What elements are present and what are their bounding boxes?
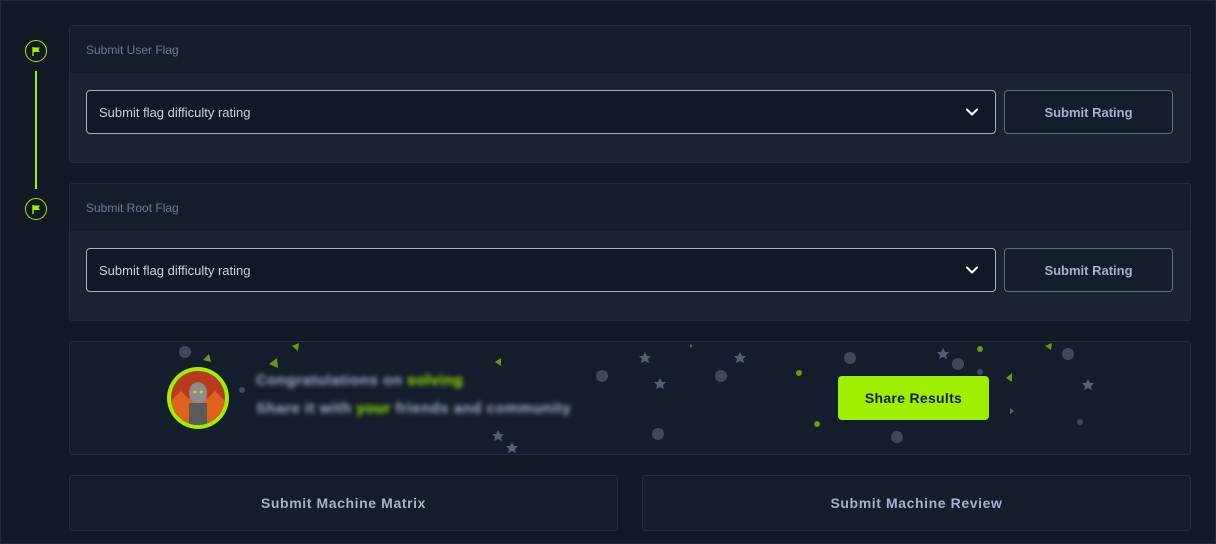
root-flag-select-value: Submit flag difficulty rating: [99, 262, 251, 278]
root-flag-card: Submit Root Flag Submit flag difficulty …: [69, 183, 1191, 321]
root-flag-title: Submit Root Flag: [70, 184, 1190, 231]
root-flag-submit-rating-button[interactable]: Submit Rating: [1004, 248, 1173, 292]
avatar: [167, 367, 229, 429]
user-flag-select-value: Submit flag difficulty rating: [99, 104, 251, 120]
submit-machine-review-button[interactable]: Submit Machine Review: [642, 475, 1191, 531]
flag-icon: [31, 204, 40, 214]
root-flag-step-icon: [25, 198, 47, 220]
share-results-card: Congratulations on solving Share it with…: [69, 341, 1191, 455]
share-results-button[interactable]: Share Results: [838, 376, 989, 420]
user-flag-submit-rating-button[interactable]: Submit Rating: [1004, 90, 1173, 134]
user-flag-difficulty-select[interactable]: Submit flag difficulty rating: [86, 90, 996, 134]
share-message-line1: Congratulations on solving: [256, 372, 464, 389]
user-flag-step-icon: [25, 40, 47, 62]
user-flag-card: Submit User Flag Submit flag difficulty …: [69, 25, 1191, 163]
user-flag-title: Submit User Flag: [70, 26, 1190, 73]
avatar-image: [171, 371, 225, 425]
share-message-line2: Share it with your friends and community: [256, 400, 572, 417]
flag-icon: [31, 46, 40, 56]
chevron-down-icon: [966, 108, 978, 116]
confetti-decoration: [179, 343, 1094, 453]
root-flag-difficulty-select[interactable]: Submit flag difficulty rating: [86, 248, 996, 292]
submit-machine-matrix-button[interactable]: Submit Machine Matrix: [69, 475, 618, 531]
chevron-down-icon: [966, 266, 978, 274]
timeline-line: [35, 71, 37, 189]
